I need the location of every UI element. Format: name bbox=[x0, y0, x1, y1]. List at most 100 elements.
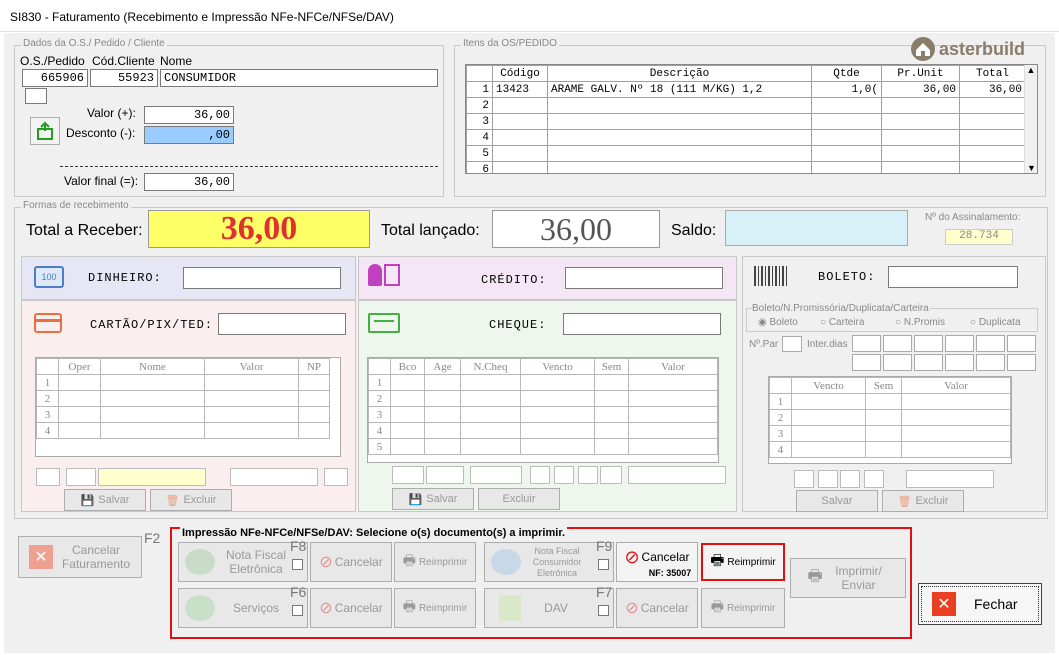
printer-icon: 🖶 bbox=[710, 598, 724, 614]
window-title: SI830 - Faturamento (Recebimento e Impre… bbox=[10, 10, 394, 24]
dav-cancelar-button[interactable]: ⊘ Cancelar bbox=[616, 588, 698, 628]
table-row[interactable]: 5 bbox=[368, 438, 718, 455]
table-row[interactable]: 2 bbox=[36, 390, 330, 407]
nfce-cancelar-button[interactable]: ⊘ Cancelar NF: 35007 bbox=[616, 542, 698, 582]
dav-reimprimir-button[interactable]: 🖶 Reimprimir bbox=[701, 588, 785, 628]
table-row[interactable]: 4 bbox=[466, 129, 1026, 146]
table-row[interactable]: 1 bbox=[368, 374, 718, 391]
table-row[interactable]: 3 bbox=[368, 406, 718, 423]
boleto-input-1[interactable] bbox=[794, 470, 814, 488]
cancel-icon: ⊘ bbox=[319, 554, 333, 571]
printer-icon: 🖶 bbox=[807, 567, 823, 585]
radio-duplicata[interactable]: ○ Duplicata bbox=[970, 317, 1021, 328]
cartao-input-3[interactable] bbox=[98, 468, 206, 486]
table-row[interactable]: 4 bbox=[36, 422, 330, 439]
cheque-input-3[interactable] bbox=[470, 466, 522, 484]
brand-name: asterbuild bbox=[939, 38, 1026, 59]
table-row[interactable]: 1 bbox=[769, 393, 1011, 410]
boleto-input-2[interactable] bbox=[818, 470, 838, 488]
nf-cancelar-button[interactable]: ⊘ Cancelar bbox=[310, 542, 392, 582]
nfce-reimprimir-button[interactable]: 🖶 Reimprimir bbox=[701, 543, 785, 581]
cheque-salvar-button[interactable]: 💾 Salvar bbox=[392, 488, 474, 510]
final-label: Valor final (=): bbox=[64, 174, 139, 188]
radio-npromis[interactable]: ○ N.Promis bbox=[895, 317, 945, 328]
servicos-cancelar-button[interactable]: ⊘ Cancelar bbox=[310, 588, 392, 628]
boleto-input-3[interactable] bbox=[840, 470, 860, 488]
fechar-button[interactable]: ✕ Fechar bbox=[918, 583, 1042, 625]
cheque-input-1[interactable] bbox=[392, 466, 424, 484]
boleto-input-5[interactable] bbox=[906, 470, 994, 488]
os-field[interactable]: 665906 bbox=[22, 69, 88, 87]
itens-scrollbar[interactable]: ▲ ▼ bbox=[1024, 65, 1037, 173]
servicos-checkbox[interactable] bbox=[292, 605, 303, 616]
cartao-salvar-button[interactable]: 💾 Salvar bbox=[64, 489, 146, 511]
table-row[interactable]: 6 bbox=[466, 161, 1026, 173]
cheque-input-5[interactable] bbox=[554, 466, 574, 484]
table-row[interactable]: 1 13423 ARAME GALV. Nº 18 (111 M/KG) 1,2 1,… bbox=[466, 81, 1026, 98]
person-card-icon bbox=[368, 264, 400, 286]
chevron-down-icon[interactable]: ▼ bbox=[1025, 163, 1037, 173]
radio-boleto[interactable]: ◉ Boleto bbox=[758, 317, 798, 328]
boleto-excluir-button[interactable]: 🗑 Excluir bbox=[882, 490, 964, 512]
cheque-grid[interactable]: Bco Age N.Cheq Vencto Sem Valor 1 2 3 4 5 bbox=[367, 357, 719, 463]
cancel-icon: ⊘ bbox=[625, 600, 639, 617]
cartao-excluir-button[interactable]: 🗑 Excluir bbox=[150, 489, 232, 511]
cheque-field[interactable] bbox=[563, 313, 721, 335]
nfce-button[interactable]: Nota Fiscal Consumidor Eletrônica bbox=[484, 542, 614, 582]
cartao-input-4[interactable] bbox=[230, 468, 318, 486]
table-row[interactable]: 4 bbox=[769, 441, 1011, 458]
nf-reimprimir-button[interactable]: 🖶 Reimprimir bbox=[394, 542, 476, 582]
dinheiro-field[interactable] bbox=[183, 267, 341, 289]
cancelar-label: Cancelar bbox=[641, 550, 690, 564]
itens-grid[interactable]: Código Descrição Qtde Pr.Unit Total 1 13423 AR… bbox=[465, 64, 1038, 174]
dav-button[interactable]: DAV bbox=[484, 588, 614, 628]
assinalamento-label: Nº do Assinalamento: bbox=[925, 212, 1021, 223]
table-row[interactable]: 1 bbox=[36, 374, 330, 391]
table-row[interactable]: 2 bbox=[769, 409, 1011, 426]
table-row[interactable]: 3 bbox=[769, 425, 1011, 442]
nf-number: NF: 35007 bbox=[648, 567, 692, 578]
chevron-up-icon[interactable]: ▲ bbox=[1025, 65, 1037, 75]
cartao-input-1[interactable] bbox=[36, 468, 60, 486]
nome-field[interactable]: CONSUMIDOR bbox=[160, 69, 438, 87]
valor-field[interactable]: 36,00 bbox=[144, 106, 234, 124]
desconto-button[interactable] bbox=[30, 117, 60, 145]
npar-field[interactable] bbox=[782, 336, 802, 352]
cheque-input-2[interactable] bbox=[426, 466, 464, 484]
cartao-input-2[interactable] bbox=[66, 468, 96, 486]
desconto-field[interactable]: ,00 bbox=[144, 126, 234, 144]
interdias-grid[interactable] bbox=[852, 335, 1036, 371]
cartao-field[interactable] bbox=[218, 313, 346, 335]
radio-carteira[interactable]: ○ Carteira bbox=[820, 317, 864, 328]
boleto-salvar-button[interactable]: Salvar bbox=[796, 490, 878, 512]
cheque-input-6[interactable] bbox=[578, 466, 598, 484]
cancelar-faturamento-button[interactable]: ✕ Cancelar Faturamento bbox=[18, 536, 142, 578]
table-row[interactable]: 3 bbox=[36, 406, 330, 423]
nota-fiscal-button[interactable]: Nota Fiscal Eletrônica bbox=[178, 542, 308, 582]
valor-label: Valor (+): bbox=[87, 106, 136, 120]
nota-fiscal-checkbox[interactable] bbox=[292, 559, 303, 570]
cheque-input-8[interactable] bbox=[628, 466, 726, 484]
table-row[interactable]: 2 bbox=[466, 97, 1026, 114]
aux-field[interactable] bbox=[25, 88, 47, 104]
table-row[interactable]: 2 bbox=[368, 390, 718, 407]
table-row[interactable]: 3 bbox=[466, 113, 1026, 130]
cliente-field[interactable]: 55923 bbox=[90, 69, 158, 87]
table-row[interactable]: 4 bbox=[368, 422, 718, 439]
cheque-input-7[interactable] bbox=[600, 466, 622, 484]
cheque-input-4[interactable] bbox=[530, 466, 550, 484]
imprimir-enviar-button[interactable]: 🖶 Imprimir/ Enviar bbox=[790, 558, 906, 598]
dav-checkbox[interactable] bbox=[598, 605, 609, 616]
credito-field[interactable] bbox=[565, 267, 723, 289]
servicos-reimprimir-button[interactable]: 🖶 Reimprimir bbox=[394, 588, 476, 628]
boleto-field[interactable] bbox=[888, 266, 1018, 288]
cartao-input-5[interactable] bbox=[324, 468, 348, 486]
cheque-excluir-button[interactable]: Excluir bbox=[478, 488, 560, 510]
nfce-checkbox[interactable] bbox=[598, 559, 609, 570]
table-row[interactable]: 5 bbox=[466, 145, 1026, 162]
servicos-button[interactable]: Serviços bbox=[178, 588, 308, 628]
boleto-input-4[interactable] bbox=[864, 470, 884, 488]
f2-key: F2 bbox=[144, 530, 161, 546]
boleto-grid[interactable]: Vencto Sem Valor 1 2 3 4 bbox=[768, 376, 1012, 464]
cartao-grid[interactable]: Oper Nome Valor NP 1 2 3 4 bbox=[35, 357, 341, 457]
